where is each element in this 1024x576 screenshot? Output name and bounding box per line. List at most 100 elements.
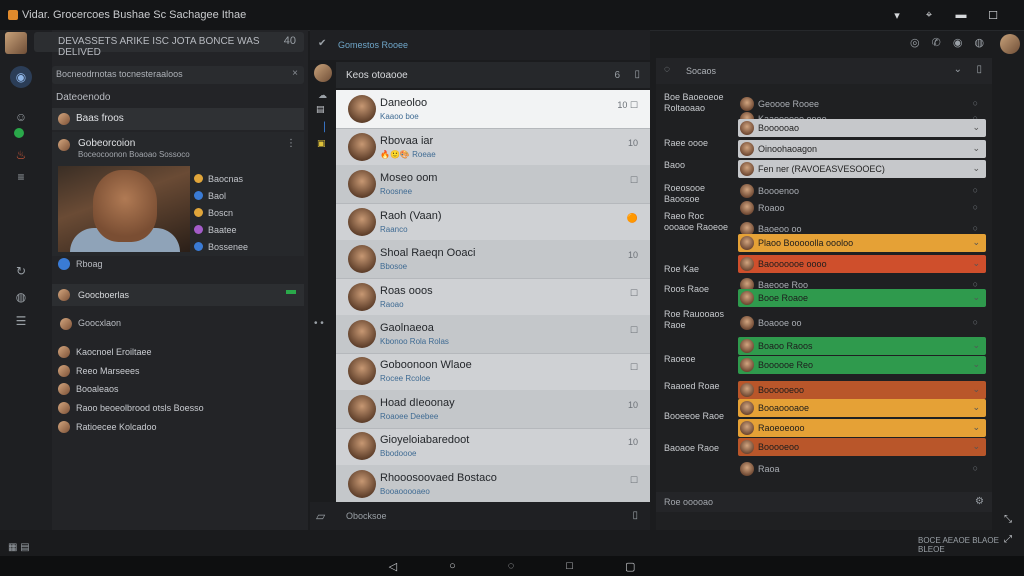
task-status-icon[interactable]: ○	[973, 223, 978, 233]
back-icon[interactable]: ◁	[389, 560, 397, 573]
shield-icon[interactable]: ◍	[974, 36, 984, 49]
task-row[interactable]: Raoa ○	[738, 460, 986, 478]
list-item[interactable]: Booaleaos	[58, 381, 119, 397]
chat-row[interactable]: Moseo oom Roosnee ☐	[336, 165, 650, 205]
recents-icon[interactable]: □	[566, 560, 573, 572]
list-item[interactable]: Raoo beoeolbrood otsls Boesso	[58, 400, 204, 416]
chat-row[interactable]: Shoal Raeqn Ooaci Bbosoe 10	[336, 240, 650, 280]
minimize-icon[interactable]: ▬	[954, 9, 968, 22]
list-item[interactable]: Ratioecee Kolcadoo	[58, 419, 157, 435]
home-icon[interactable]: ○	[449, 560, 456, 572]
task-status-icon[interactable]: ⌄	[972, 122, 980, 133]
side-avatar[interactable]	[314, 64, 332, 82]
chat-row[interactable]: Goboonoon Wlaoe Rocee Rcoloe ☐	[336, 352, 650, 392]
lock-icon[interactable]: ▣	[317, 138, 326, 149]
pin-icon[interactable]: ⌖	[922, 9, 936, 22]
section-item[interactable]: Rboag	[58, 258, 103, 270]
task-status-icon[interactable]: ○	[973, 279, 978, 289]
task-status-icon[interactable]: ⌄	[972, 237, 980, 248]
lock-icon[interactable]: ◉	[953, 36, 963, 49]
task-row[interactable]: Boooenoo ○	[738, 182, 986, 200]
task-status-icon[interactable]: ⌄	[972, 143, 980, 154]
dropdown-icon[interactable]: ▾	[890, 9, 904, 22]
task-status-icon[interactable]: ○	[973, 463, 978, 473]
delete-icon[interactable]: ▯	[632, 510, 638, 521]
task-status-icon[interactable]: ○	[973, 98, 978, 108]
task-row[interactable]: Booaoooaoe ⌄	[738, 399, 986, 417]
chat-row[interactable]: Roas ooos Raoao ☐	[336, 278, 650, 317]
phone-icon[interactable]: ✆	[932, 36, 941, 49]
notes-icon[interactable]: ≡	[10, 166, 32, 188]
option-row[interactable]: Boscn	[194, 204, 294, 221]
chat-row[interactable]: Raoh (Vaan) Raanco 🟠	[336, 203, 650, 242]
footer-gear-icon[interactable]: ⚙	[975, 496, 984, 507]
task-status-icon[interactable]: ○	[973, 185, 978, 195]
option-row[interactable]: Bossenee	[194, 238, 294, 255]
settings-icon[interactable]: ▯	[976, 64, 982, 75]
chat-bubble-icon[interactable]: ◌	[664, 64, 670, 75]
chat-row[interactable]: Gaolnaeoa Kbonoo Rola Rolas ☐	[336, 315, 650, 354]
chat-row[interactable]: Hoad dIeoonay Roaoee Deebee 10	[336, 389, 650, 429]
list-item[interactable]: Kaocnoel Eroiltaee	[58, 344, 152, 360]
close-icon[interactable]: ×	[292, 68, 298, 79]
task-row[interactable]: Baooooooe oooo ⌄	[738, 255, 986, 273]
task-status-icon[interactable]: ⌄	[972, 441, 980, 452]
filter-label[interactable]: Dateoenodo	[56, 92, 111, 103]
left-topbar[interactable]: DEVASSETS ARIKE ISC JOTA BONCE WAS DELIV…	[34, 32, 304, 58]
chevron-down-icon[interactable]: ⌄	[954, 64, 962, 75]
option-row[interactable]: Baocnas	[194, 170, 294, 187]
overview-icon[interactable]: ▢	[625, 560, 635, 573]
list-icon[interactable]: ☰	[10, 310, 32, 332]
active-item-row[interactable]: Goocboerlas	[52, 284, 304, 306]
fire-icon[interactable]: ♨	[10, 144, 32, 166]
task-row[interactable]: Boaoo Raoos ⌄	[738, 337, 986, 355]
maximize-icon[interactable]: ☐	[986, 9, 1000, 22]
task-row[interactable]: Boooooe Reo ⌄	[738, 356, 986, 374]
task-status-icon[interactable]: ⌄	[972, 258, 980, 269]
task-row[interactable]: Oinoohaoagon ⌄	[738, 140, 986, 158]
more-icon[interactable]: ⋮	[286, 138, 296, 149]
task-row[interactable]: Boooooao ⌄	[738, 119, 986, 137]
task-status-icon[interactable]: ⌄	[972, 384, 980, 395]
chat-row[interactable]: Rhooosoovaed Bostaco Booaooooaeo ☐	[336, 464, 650, 502]
list-item[interactable]: Reeo Marseees	[58, 363, 140, 379]
task-row[interactable]: Boooooeoo ⌄	[738, 381, 986, 399]
task-row[interactable]: Fen ner (RAVOEASVESOOEC) ⌄	[738, 160, 986, 178]
compose-icon[interactable]: ▱	[316, 509, 325, 523]
bookmark-icon[interactable]: ▕	[318, 122, 325, 133]
check-icon[interactable]: ✔	[318, 38, 326, 49]
cloud-icon[interactable]: ☁	[318, 90, 327, 101]
refresh-icon[interactable]: ↻	[10, 260, 32, 282]
user-avatar-icon[interactable]: ◍	[10, 286, 32, 308]
task-row[interactable]: Boaooe oo ○	[738, 314, 986, 332]
task-status-icon[interactable]: ○	[973, 202, 978, 212]
task-row[interactable]: Booe Roaoe ⌄	[738, 289, 986, 307]
ellipsis-icon[interactable]: • •	[314, 318, 324, 329]
task-status-icon[interactable]: ⌄	[972, 402, 980, 413]
task-row[interactable]: Booooeoo ⌄	[738, 438, 986, 456]
option-row[interactable]: Baatee	[194, 221, 294, 238]
task-status-icon[interactable]: ⌄	[972, 163, 980, 174]
task-status-icon[interactable]: ⌄	[972, 359, 980, 370]
calendar-icon[interactable]: ▤	[316, 104, 325, 115]
chat-row[interactable]: Daneoloo Kaaoo boe 10 ☐	[336, 90, 650, 129]
task-status-icon[interactable]: ○	[973, 317, 978, 327]
search-bar[interactable]: Bocneodrnotas tocnesteraaloos ×	[52, 66, 304, 84]
my-avatar[interactable]	[5, 32, 27, 54]
profile-avatar[interactable]	[1000, 34, 1020, 54]
task-row[interactable]: Roaoo ○	[738, 199, 986, 217]
globe-icon[interactable]: ◎	[910, 36, 920, 49]
task-row[interactable]: Plaoo Booooolla oooloo ⌄	[738, 234, 986, 252]
task-row[interactable]: Raoeoeooo ⌄	[738, 419, 986, 437]
option-row[interactable]: Baol	[194, 187, 294, 204]
grid-icon[interactable]: ▦ ▤	[8, 542, 30, 553]
expand-icon[interactable]: ⤡	[1004, 514, 1012, 525]
selected-group-row[interactable]: Baas froos	[52, 108, 304, 130]
assistant-icon[interactable]: ◌	[508, 560, 515, 572]
task-status-icon[interactable]: ⌄	[972, 422, 980, 433]
people-icon[interactable]: ☺	[10, 106, 32, 128]
collapse-icon[interactable]: ⤢	[1004, 534, 1012, 545]
chat-row[interactable]: Rbovaa iar 🔥🙂🎨 Roeae 10	[336, 128, 650, 167]
task-status-icon[interactable]: ⌄	[972, 292, 980, 303]
archive-icon[interactable]: ▯	[634, 69, 640, 80]
